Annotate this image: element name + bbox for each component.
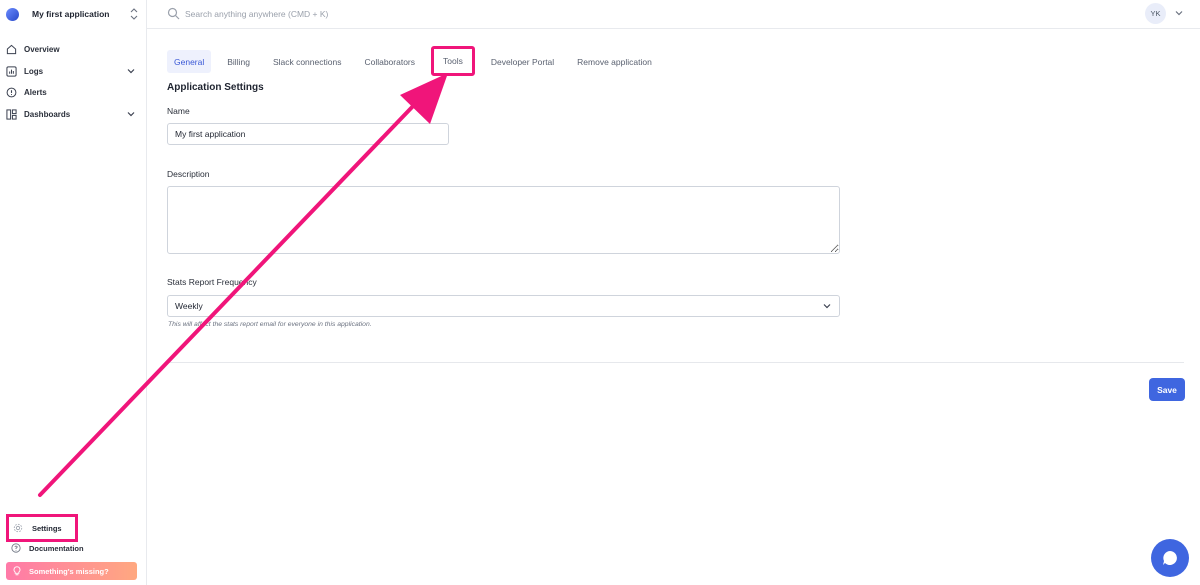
tab-remove-application[interactable]: Remove application xyxy=(570,50,659,73)
sidebar-item-overview[interactable]: Overview xyxy=(0,39,146,61)
frequency-label: Stats Report Frequency xyxy=(167,277,257,287)
tab-billing[interactable]: Billing xyxy=(220,50,257,73)
sidebar-item-alerts[interactable]: Alerts xyxy=(0,82,146,104)
name-field[interactable] xyxy=(167,123,449,145)
sidebar-item-dashboards[interactable]: Dashboards xyxy=(0,104,146,126)
top-bar: YK xyxy=(147,0,1200,29)
name-label: Name xyxy=(167,106,190,116)
save-button[interactable]: Save xyxy=(1149,378,1185,401)
app-name: My first application xyxy=(32,9,110,19)
feedback-button-label: Something's missing? xyxy=(29,566,109,576)
chat-icon xyxy=(1163,551,1177,565)
sidebar-item-settings[interactable]: Settings xyxy=(6,514,78,542)
avatar[interactable]: YK xyxy=(1145,3,1166,24)
sidebar-item-documentation[interactable]: Documentation xyxy=(11,542,84,554)
tab-collaborators[interactable]: Collaborators xyxy=(357,50,422,73)
tab-tools[interactable]: Tools xyxy=(431,45,475,76)
frequency-helper-text: This will affect the stats report email … xyxy=(168,321,372,328)
tab-general[interactable]: General xyxy=(167,50,212,73)
search-icon xyxy=(167,7,180,20)
alert-icon xyxy=(6,87,17,98)
chevron-down-icon[interactable] xyxy=(126,109,136,119)
divider xyxy=(167,362,1184,363)
sidebar-item-label: Dashboards xyxy=(24,109,71,119)
frequency-select-value: Weekly xyxy=(175,301,203,311)
search-input[interactable] xyxy=(185,4,585,24)
sidebar-item-label: Overview xyxy=(24,45,60,55)
sidebar: My first application Overview Logs Alert… xyxy=(0,0,147,585)
sidebar-item-label: Settings xyxy=(32,523,62,533)
chevron-down-icon xyxy=(823,304,831,309)
chevron-down-icon[interactable] xyxy=(1174,8,1184,18)
chevron-up-down-icon xyxy=(128,7,140,21)
sidebar-nav: Overview Logs Alerts Dashboards xyxy=(0,39,146,125)
sidebar-item-label: Documentation xyxy=(29,543,84,553)
app-logo-icon xyxy=(6,7,19,21)
sidebar-item-logs[interactable]: Logs xyxy=(0,61,146,83)
settings-tabs: General Billing Slack connections Collab… xyxy=(167,45,668,76)
app-switcher[interactable]: My first application xyxy=(0,0,146,28)
help-circle-icon xyxy=(11,543,21,553)
chat-launcher[interactable] xyxy=(1151,539,1189,577)
tab-developer-portal[interactable]: Developer Portal xyxy=(484,50,561,73)
home-icon xyxy=(6,44,17,55)
feedback-button[interactable]: Something's missing? xyxy=(6,562,137,580)
lightbulb-icon xyxy=(12,566,22,576)
chevron-down-icon[interactable] xyxy=(126,66,136,76)
sidebar-item-label: Alerts xyxy=(24,88,47,98)
description-field[interactable] xyxy=(167,186,840,254)
chart-icon xyxy=(6,66,17,77)
gear-icon xyxy=(13,523,23,533)
sidebar-item-label: Logs xyxy=(24,66,44,76)
section-title: Application Settings xyxy=(167,82,264,93)
frequency-select[interactable]: Weekly xyxy=(167,295,840,317)
dashboard-icon xyxy=(6,109,17,120)
tab-slack-connections[interactable]: Slack connections xyxy=(266,50,349,73)
description-label: Description xyxy=(167,169,210,179)
